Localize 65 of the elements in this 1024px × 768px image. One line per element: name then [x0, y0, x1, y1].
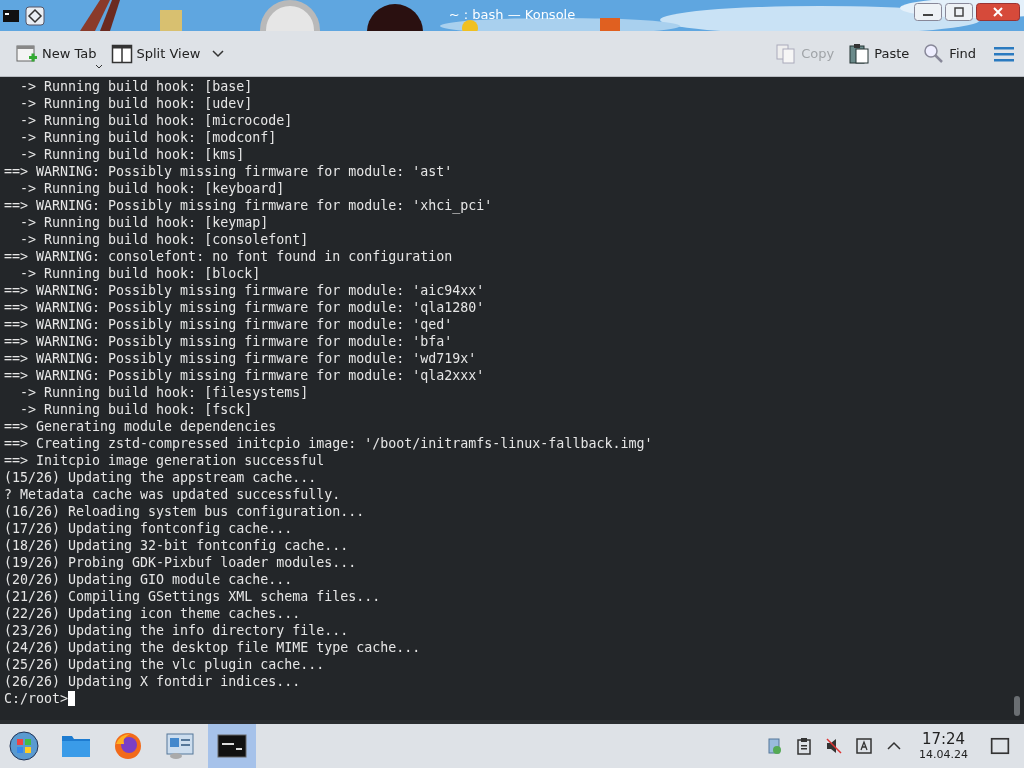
copy-icon	[775, 42, 798, 65]
terminal-line: (25/26) Updating the vlc plugin cache...	[4, 656, 326, 673]
start-menu-icon	[8, 730, 40, 762]
terminal-line: ==> Initcpio image generation successful	[4, 452, 326, 469]
terminal-line: -> Running build hook: [modconf]	[19, 129, 278, 146]
keyboard-layout-icon[interactable]	[855, 737, 873, 755]
terminal-line: (20/26) Updating GIO module cache...	[4, 571, 294, 588]
window-title: ~ : bash — Konsole	[448, 7, 576, 22]
pin-icon[interactable]	[25, 5, 45, 26]
system-settings-icon	[164, 730, 196, 762]
terminal-line: (17/26) Updating fontconfig cache...	[4, 520, 294, 537]
terminal-line: -> Running build hook: [keymap]	[19, 214, 270, 231]
find-button[interactable]: Find	[919, 38, 980, 69]
terminal-task-button[interactable]	[208, 724, 256, 768]
terminal-line: -> Running build hook: [block]	[19, 265, 262, 282]
clock-time[interactable]: 17:24	[921, 731, 966, 748]
terminal-line: -> Running build hook: [microcode]	[19, 112, 294, 129]
caret-icon	[94, 63, 103, 69]
terminal-line: (26/26) Updating X fontdir indices...	[4, 673, 302, 690]
new-tab-icon	[16, 42, 38, 65]
terminal-line: ==> WARNING: Possibly missing firmware for module: 'bfa'	[4, 333, 454, 350]
terminal-line: (24/26) Updating the desktop file MIME type cache...	[4, 639, 422, 656]
show-desktop-icon[interactable]	[990, 736, 1010, 756]
terminal-line: -> Running build hook: [fsck]	[19, 401, 254, 418]
new-tab-button[interactable]: New Tab	[12, 38, 101, 69]
close-button[interactable]	[976, 3, 1020, 21]
cursor	[68, 691, 76, 706]
clipboard-icon[interactable]	[795, 737, 813, 755]
terminal-line: ==> WARNING: Possibly missing firmware for module: 'qla1280'	[4, 299, 486, 316]
terminal-line: -> Running build hook: [base]	[19, 78, 254, 95]
maximize-button[interactable]	[945, 3, 973, 21]
dropdown-icon[interactable]	[212, 49, 225, 58]
terminal-line: -> Running build hook: [udev]	[19, 95, 254, 112]
terminal-line: ==> WARNING: Possibly missing firmware for module: 'qla2xxx'	[4, 367, 486, 384]
terminal-line: -> Running build hook: [filesystems]	[19, 384, 310, 401]
terminal-line: (23/26) Updating the info directory file...	[4, 622, 350, 639]
terminal-line: ? Metadata cache was updated successfully.	[4, 486, 342, 503]
terminal-line: ==> WARNING: Possibly missing firmware for module: 'qed'	[4, 316, 454, 333]
terminal-line: (18/26) Updating 32-bit fontconfig cache...	[4, 537, 350, 554]
split-view-icon	[110, 42, 133, 65]
terminal-line: ==> Creating zstd-compressed initcpio image: '/boot/initramfs-linux-fallback.img'	[4, 435, 654, 452]
minimize-button[interactable]	[914, 3, 942, 21]
terminal-line: (15/26) Updating the appstream cache...	[4, 469, 318, 486]
prompt: C:/root>	[4, 690, 69, 707]
terminal-line: ==> WARNING: Possibly missing firmware for module: 'ast'	[4, 163, 454, 180]
terminal-line: (16/26) Reloading system bus configuration...	[4, 503, 366, 520]
terminal-line: (21/26) Compiling GSettings XML schema files...	[4, 588, 382, 605]
split-view-button[interactable]: Split View	[106, 38, 205, 69]
terminal-line: ==> WARNING: consolefont: no font found in configuration	[4, 248, 454, 265]
scrollbar-thumb[interactable]	[1014, 696, 1020, 716]
terminal-line: -> Running build hook: [keyboard]	[19, 180, 286, 197]
terminal-line: ==> WARNING: Possibly missing firmware for module: 'aic94xx'	[4, 282, 486, 299]
terminal-line: (19/26) Probing GDK-Pixbuf loader modules...	[4, 554, 358, 571]
menu-icon[interactable]	[994, 45, 1014, 62]
paste-button[interactable]: Paste	[844, 38, 914, 69]
terminal-line: ==> Generating module dependencies	[4, 418, 278, 435]
terminal-line: -> Running build hook: [consolefont]	[19, 231, 310, 248]
terminal-line: -> Running build hook: [kms]	[19, 146, 246, 163]
muted-speaker-icon[interactable]	[825, 737, 843, 755]
clipboard-icon	[848, 42, 871, 65]
browser-icon	[112, 730, 144, 762]
terminal-line: ==> WARNING: Possibly missing firmware for module: 'xhci_pci'	[4, 197, 494, 214]
terminal-line: (22/26) Updating icon theme caches...	[4, 605, 302, 622]
clock-date[interactable]: 14.04.24	[919, 748, 968, 761]
terminal-line: ==> WARNING: Possibly missing firmware for module: 'wd719x'	[4, 350, 478, 367]
